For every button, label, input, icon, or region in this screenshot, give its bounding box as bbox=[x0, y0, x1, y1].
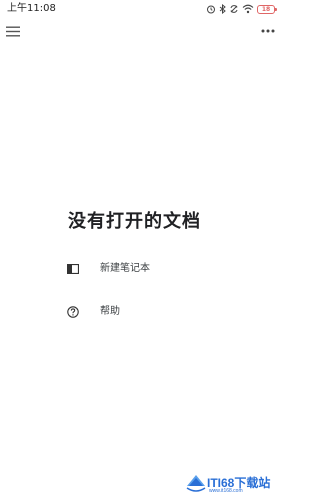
status-time: 上午11:08 bbox=[7, 3, 56, 14]
watermark-subtext: www.it168.com bbox=[209, 488, 243, 494]
empty-state-title: 没有打开的文档 bbox=[68, 211, 201, 232]
hamburger-menu-icon[interactable] bbox=[4, 22, 22, 40]
new-notebook-label: 新建笔记本 bbox=[100, 263, 150, 274]
app-bar bbox=[0, 20, 281, 42]
wifi-icon bbox=[242, 4, 254, 14]
site-watermark: ITI68下载站 www.it168.com bbox=[185, 472, 273, 496]
battery-level: 18 bbox=[261, 5, 271, 13]
new-notebook-button[interactable]: 新建笔记本 bbox=[66, 258, 150, 280]
battery-icon: 18 bbox=[257, 4, 277, 14]
notebook-icon bbox=[66, 262, 80, 276]
data-sync-icon bbox=[229, 4, 239, 14]
status-bar: 上午11:08 18 bbox=[0, 0, 281, 18]
status-icons: 18 bbox=[206, 2, 277, 16]
alarm-icon bbox=[206, 4, 216, 14]
app-screen: 上午11:08 18 没有打开的文档 新建笔记本 帮助 ITI68下载站 www… bbox=[0, 0, 281, 500]
bluetooth-icon bbox=[219, 4, 226, 14]
more-horizontal-icon[interactable] bbox=[259, 22, 277, 40]
help-circle-icon bbox=[66, 305, 80, 319]
help-label: 帮助 bbox=[100, 306, 120, 317]
help-button[interactable]: 帮助 bbox=[66, 301, 120, 323]
watermark-logo-icon bbox=[186, 475, 206, 492]
